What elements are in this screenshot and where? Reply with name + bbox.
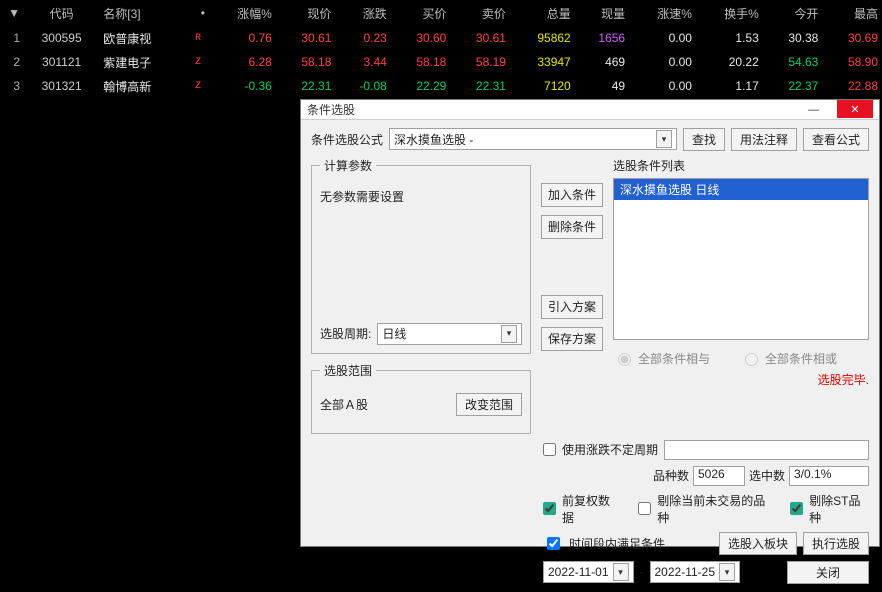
table-header-row: ▼ 代码 名称[3] • 涨幅% 现价 涨跌 买价 卖价 总量 现量 涨速% 换… [0,0,882,26]
col-turn[interactable]: 换手% [696,0,763,26]
col-flag: • [187,0,209,26]
chevron-down-icon[interactable]: ▾ [501,325,517,343]
chevron-down-icon[interactable]: ▾ [719,563,735,581]
range-title: 选股范围 [320,362,376,379]
radio-and[interactable]: 全部条件相与 [613,350,710,367]
excl-st-label: 剔除ST品种 [809,492,869,526]
kinds-value: 5026 [693,466,745,486]
col-chg[interactable]: 涨跌 [335,0,390,26]
calc-params-title: 计算参数 [320,157,376,174]
close-button[interactable]: 关闭 [787,561,869,584]
col-bid[interactable]: 买价 [391,0,451,26]
col-name[interactable]: 名称[3] [99,0,187,26]
table-row[interactable]: 3301321翰博高新Z-0.3622.31-0.0822.2922.31712… [0,74,882,98]
col-high[interactable]: 最高 [822,0,882,26]
formula-value: 深水摸鱼选股 - [394,131,473,148]
date-from-input[interactable]: 2022-11-01 ▾ [543,561,634,583]
range-group: 选股范围 全部Ａ股 改变范围 [311,362,531,434]
usage-button[interactable]: 用法注释 [731,128,797,151]
close-window-button[interactable]: ✕ [837,100,873,118]
condition-listbox[interactable]: 深水摸鱼选股 日线 [613,178,869,340]
formula-combo[interactable]: 深水摸鱼选股 - ▾ [389,128,677,150]
excl-notrade-label: 剔除当前未交易的品种 [657,492,770,526]
dialog-titlebar[interactable]: 条件选股 — ✕ [301,100,879,120]
use-uncertain-checkbox[interactable] [543,443,556,456]
fq-label: 前复权数据 [562,492,619,526]
col-ask[interactable]: 卖价 [450,0,510,26]
period-value: 日线 [382,325,406,342]
kinds-label: 品种数 [653,467,689,484]
chevron-down-icon[interactable]: ▾ [613,563,629,581]
period-combo[interactable]: 日线 ▾ [377,323,522,345]
timerange-label: 时间段内满足条件 [569,535,665,552]
find-button[interactable]: 查找 [683,128,725,151]
table-row[interactable]: 1300595欧普康视R0.7630.610.2330.6030.6195862… [0,26,882,50]
period-label: 选股周期: [320,325,371,342]
save-plan-button[interactable]: 保存方案 [541,327,603,351]
run-button[interactable]: 执行选股 [803,532,869,555]
view-formula-button[interactable]: 查看公式 [803,128,869,151]
status-done: 选股完毕. [613,371,869,388]
to-block-button[interactable]: 选股入板块 [719,532,797,555]
col-now[interactable]: 现量 [575,0,629,26]
date-dash: - [640,565,644,579]
selected-label: 选中数 [749,467,785,484]
col-open[interactable]: 今开 [763,0,823,26]
chevron-down-icon[interactable]: ▾ [656,130,672,148]
col-code[interactable]: 代码 [24,0,99,26]
range-value: 全部Ａ股 [320,396,368,413]
dialog-title: 条件选股 [307,101,355,118]
minimize-button[interactable]: — [796,101,832,119]
selected-value: 3/0.1% [789,466,869,486]
stock-table: ▼ 代码 名称[3] • 涨幅% 现价 涨跌 买价 卖价 总量 现量 涨速% 换… [0,0,882,98]
formula-label: 条件选股公式 [311,131,383,148]
col-pct[interactable]: 涨幅% [209,0,276,26]
add-condition-button[interactable]: 加入条件 [541,183,603,207]
table-row[interactable]: 2301121紫建电子Z6.2858.183.4458.1858.1933947… [0,50,882,74]
no-params-text: 无参数需要设置 [320,188,522,205]
list-item[interactable]: 深水摸鱼选股 日线 [614,179,868,200]
col-price[interactable]: 现价 [276,0,336,26]
calc-params-group: 计算参数 无参数需要设置 选股周期: 日线 ▾ [311,157,531,354]
col-vol[interactable]: 总量 [510,0,575,26]
excl-notrade-checkbox[interactable] [638,502,651,515]
fq-checkbox[interactable] [543,502,556,515]
sort-indicator[interactable]: ▼ [0,0,24,26]
import-plan-button[interactable]: 引入方案 [541,295,603,319]
col-speed[interactable]: 涨速% [629,0,696,26]
uncertain-period-input[interactable] [664,440,869,460]
radio-or[interactable]: 全部条件相或 [740,350,837,367]
condition-list-title: 选股条件列表 [613,157,869,174]
delete-condition-button[interactable]: 删除条件 [541,215,603,239]
date-to-input[interactable]: 2022-11-25 ▾ [650,561,741,583]
condition-picker-dialog: 条件选股 — ✕ 条件选股公式 深水摸鱼选股 - ▾ 查找 用法注释 查看公式 … [300,99,880,547]
use-uncertain-label: 使用涨跌不定周期 [562,441,658,458]
excl-st-checkbox[interactable] [790,502,803,515]
change-range-button[interactable]: 改变范围 [456,393,522,416]
